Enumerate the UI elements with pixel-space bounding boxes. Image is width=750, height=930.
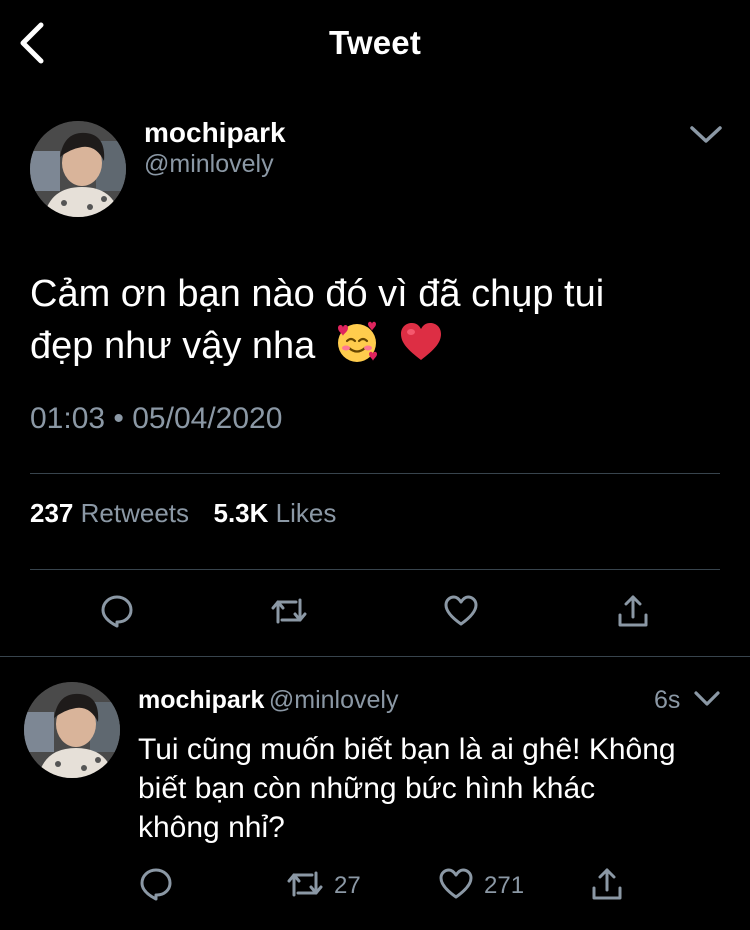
share-icon xyxy=(590,866,624,907)
tweet-options-button[interactable] xyxy=(684,120,728,154)
reply-text-line: không nhỉ? xyxy=(138,811,285,844)
retweet-icon xyxy=(286,867,324,906)
reply-text: Tui cũng muốn biết bạn là ai ghê! Không … xyxy=(138,730,728,847)
tweet-timestamp: 01:03 • 05/04/2020 xyxy=(30,402,283,435)
author-display-name[interactable]: mochipark xyxy=(144,117,286,149)
reply-reply-button[interactable] xyxy=(138,866,174,906)
retweet-button[interactable] xyxy=(266,590,312,636)
retweets-stat[interactable]: 237 Retweets xyxy=(30,498,196,528)
divider xyxy=(30,473,720,474)
heart-icon xyxy=(443,594,479,633)
reply-retweet-count: 27 xyxy=(334,872,361,899)
reply-button[interactable] xyxy=(94,590,140,636)
likes-stat[interactable]: 5.3K Likes xyxy=(213,498,336,528)
divider xyxy=(30,569,720,570)
reply-time: 6s xyxy=(654,686,681,714)
avatar[interactable] xyxy=(30,121,126,217)
reply-text-line: biết bạn còn những bức hình khác xyxy=(138,772,596,805)
red-heart-icon xyxy=(398,320,444,378)
page-title: Tweet xyxy=(328,24,422,61)
reply-text-line: Tui cũng muốn biết bạn là ai ghê! Không xyxy=(138,733,676,766)
smiling-face-with-hearts-icon xyxy=(334,320,380,378)
tweet-text-line: Cảm ơn bạn nào đó vì đã chụp tui xyxy=(30,273,605,315)
reply-author-display-name[interactable]: mochipark xyxy=(138,686,264,714)
heart-icon xyxy=(438,867,474,906)
likes-label: Likes xyxy=(275,498,337,528)
likes-count: 5.3K xyxy=(213,498,269,528)
reply-share-button[interactable] xyxy=(590,866,624,906)
reply-avatar[interactable] xyxy=(24,682,120,778)
tweet-text: Cảm ơn bạn nào đó vì đã chụp tui đẹp như… xyxy=(30,268,720,378)
tweet-stats: 237 Retweets 5.3K Likes xyxy=(30,498,336,529)
divider xyxy=(0,656,750,657)
reply-options-button[interactable] xyxy=(690,688,724,714)
retweets-count: 237 xyxy=(30,498,74,528)
reply-icon xyxy=(99,593,135,634)
reply-like-count: 271 xyxy=(484,872,525,899)
retweets-label: Retweets xyxy=(80,498,190,528)
reply-author-handle[interactable]: @minlovely xyxy=(269,686,399,714)
share-button[interactable] xyxy=(610,590,656,636)
like-button[interactable] xyxy=(438,590,484,636)
reply-retweet-button[interactable]: 27 xyxy=(286,866,361,906)
tweet-text-segment: đẹp như vậy nha xyxy=(30,325,316,367)
chevron-down-icon xyxy=(693,690,721,713)
author-handle[interactable]: @minlovely xyxy=(144,150,274,179)
chevron-down-icon xyxy=(689,124,723,151)
tweet-text-line: đẹp như vậy nha xyxy=(30,320,720,378)
retweet-icon xyxy=(270,594,308,633)
reply-icon xyxy=(138,866,174,907)
reply-header: mochipark @minlovely xyxy=(138,686,398,715)
share-icon xyxy=(616,593,650,634)
reply-like-button[interactable]: 271 xyxy=(438,866,524,906)
